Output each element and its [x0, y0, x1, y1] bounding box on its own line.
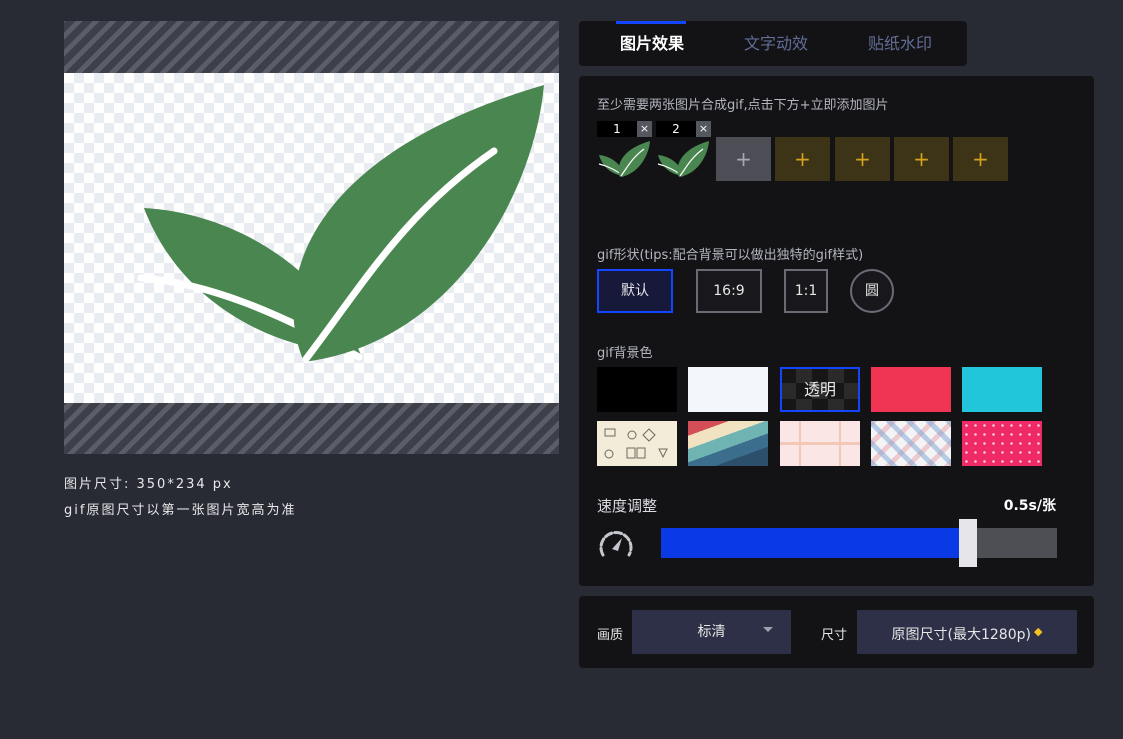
bg-swatch-transparent[interactable]: 透明 [780, 367, 860, 412]
shape-16-9-button[interactable]: 16:9 [696, 269, 762, 313]
preview-frame [64, 21, 559, 454]
thumbnail-number: 1 [597, 121, 637, 137]
bg-swatch-cyan[interactable] [962, 367, 1042, 412]
quality-select[interactable]: 标清 [632, 610, 791, 654]
quality-value: 标清 [697, 624, 726, 640]
quality-label: 画质 [597, 628, 624, 643]
chevron-down-icon [763, 627, 773, 632]
add-image-slot[interactable]: + [775, 137, 830, 181]
shape-1-1-button[interactable]: 1:1 [784, 269, 828, 313]
bg-swatch-dot-pattern[interactable] [962, 421, 1042, 466]
doodle-pattern-icon [604, 428, 668, 459]
bg-swatch-red[interactable] [871, 367, 951, 412]
bg-swatch-plaid-pattern[interactable] [871, 421, 951, 466]
image-thumbnail-2[interactable]: 2 × [656, 121, 711, 181]
delete-image-button[interactable]: × [637, 121, 652, 137]
add-image-slot[interactable]: + [894, 137, 949, 181]
bg-swatch-tile-pattern[interactable] [780, 421, 860, 466]
image-size-info: 图片尺寸: 350*234 px [64, 477, 233, 492]
speed-slider-fill [661, 528, 968, 558]
thumbnail-number: 2 [656, 121, 696, 137]
gif-background-label: gif背景色 [597, 346, 653, 361]
add-image-slot[interactable]: + [953, 137, 1008, 181]
shape-circle-button[interactable]: 圆 [850, 269, 894, 313]
output-settings-panel: 画质 标清 尺寸 原图尺寸(最大1280p) ◆ [579, 596, 1094, 668]
tab-image-effect[interactable]: 图片效果 [599, 21, 705, 66]
shape-default-button[interactable]: 默认 [597, 269, 673, 313]
speedometer-icon [599, 531, 633, 557]
leaf-icon [137, 85, 544, 363]
leaf-icon [598, 141, 650, 177]
add-image-button[interactable]: + [716, 137, 771, 181]
settings-panel: 至少需要两张图片合成gif,点击下方+立即添加图片 1 × 2 × + + + … [579, 76, 1094, 586]
size-select[interactable]: 原图尺寸(最大1280p) ◆ [857, 610, 1077, 654]
swatch-label: 透明 [803, 380, 836, 399]
speed-slider-handle[interactable] [958, 519, 977, 567]
tab-sticker-watermark[interactable]: 贴纸水印 [847, 21, 953, 66]
size-label: 尺寸 [821, 628, 848, 643]
speed-slider[interactable] [661, 519, 1057, 567]
leaf-icon [657, 141, 709, 177]
gif-shape-label: gif形状(tips:配合背景可以做出独特的gif样式) [597, 248, 864, 263]
tab-bar: 图片效果 文字动效 贴纸水印 [579, 21, 967, 66]
speed-value: 0.5s/张 [1003, 498, 1056, 514]
bg-swatch-white[interactable] [688, 367, 768, 412]
size-value: 原图尺寸(最大1280p) [891, 627, 1031, 643]
size-note: gif原图尺寸以第一张图片宽高为准 [64, 503, 297, 518]
delete-image-button[interactable]: × [696, 121, 711, 137]
diamond-icon: ◆ [1033, 625, 1043, 638]
bg-swatch-black[interactable] [597, 367, 677, 412]
add-image-slot[interactable]: + [835, 137, 890, 181]
preview-canvas [64, 73, 559, 403]
image-thumbnail-1[interactable]: 1 × [597, 121, 652, 181]
speed-label: 速度调整 [597, 497, 658, 515]
bg-swatch-stripe-pattern[interactable] [688, 421, 768, 466]
bg-swatch-doodle-pattern[interactable] [597, 421, 677, 466]
upload-hint: 至少需要两张图片合成gif,点击下方+立即添加图片 [597, 98, 889, 113]
tab-text-animation[interactable]: 文字动效 [723, 21, 829, 66]
